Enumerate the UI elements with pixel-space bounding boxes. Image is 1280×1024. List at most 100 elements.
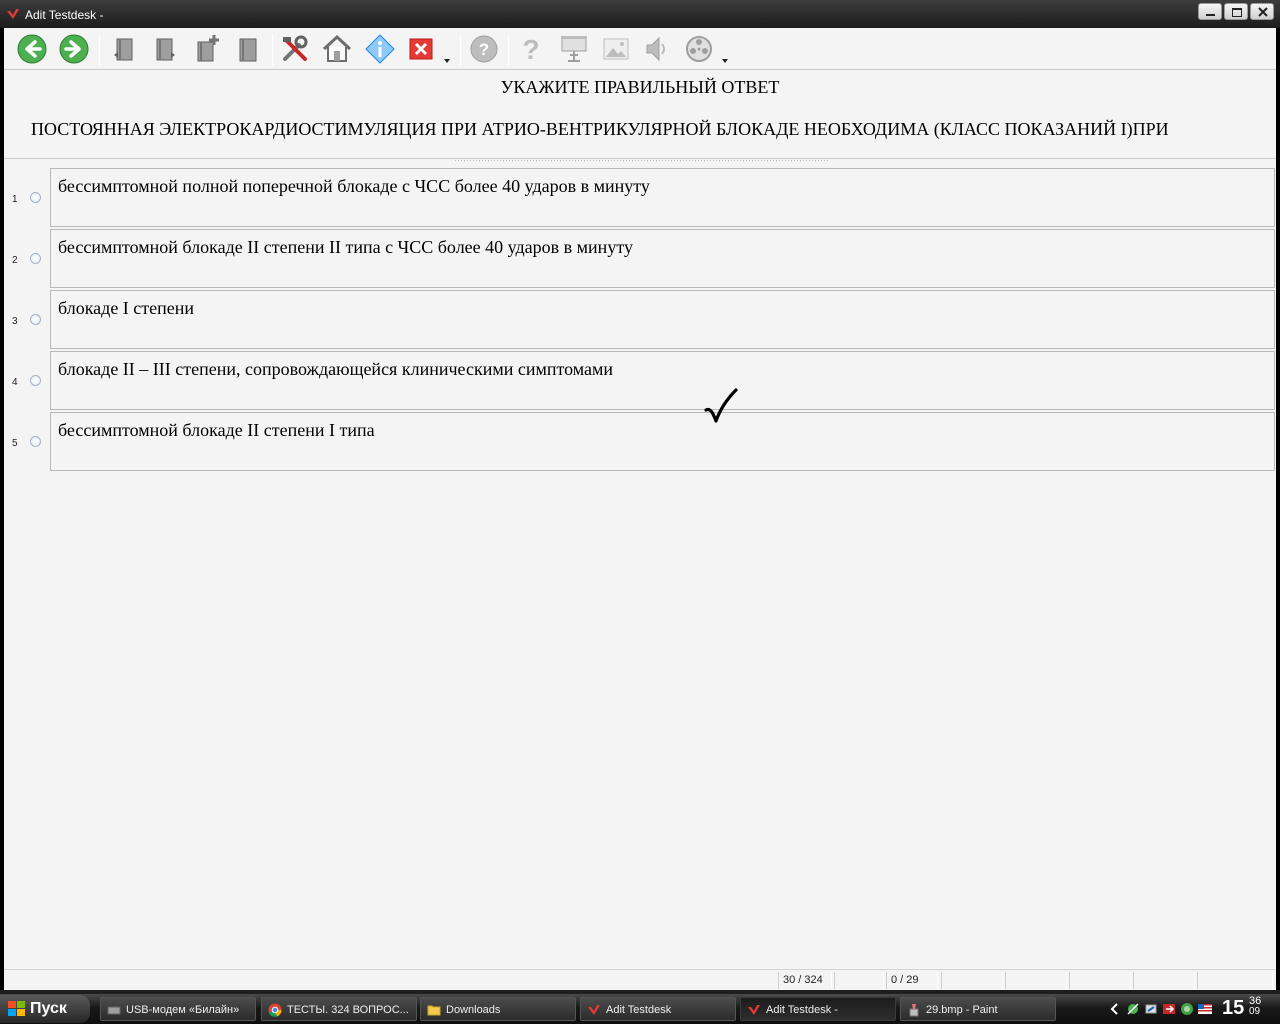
answer-number: 4 xyxy=(12,377,18,388)
answer-radio[interactable] xyxy=(30,375,41,386)
panel-splitter[interactable] xyxy=(454,159,829,163)
answer-option[interactable]: 1 бессимптомной полной поперечной блокад… xyxy=(4,168,1276,227)
task-adit-testdesk-active[interactable]: Adit Testdesk - xyxy=(740,997,896,1021)
answer-text: блокаде I степени xyxy=(58,298,195,318)
answer-radio[interactable] xyxy=(30,314,41,325)
answer-option[interactable]: 5 бессимптомной блокаде II степени I тип… xyxy=(4,412,1276,471)
back-button[interactable] xyxy=(16,33,48,65)
start-button[interactable]: Пуск xyxy=(0,995,90,1023)
answer-text: бессимптомной полной поперечной блокаде … xyxy=(58,176,650,196)
tray-expand-icon[interactable] xyxy=(1108,1002,1122,1016)
answer-number: 1 xyxy=(12,194,18,205)
answer-box[interactable]: бессимптомной полной поперечной блокаде … xyxy=(50,168,1275,227)
presentation-button[interactable] xyxy=(558,33,590,65)
task-downloads[interactable]: Downloads xyxy=(420,997,576,1021)
question-progress: 30 / 324 xyxy=(778,972,832,989)
svg-text:?: ? xyxy=(522,34,539,65)
answer-radio[interactable] xyxy=(30,253,41,264)
book-button[interactable] xyxy=(233,33,265,65)
image-icon xyxy=(603,38,629,60)
sound-button[interactable] xyxy=(641,33,673,65)
status-cell-empty xyxy=(941,972,1003,989)
info-button[interactable] xyxy=(364,33,396,65)
answer-number: 5 xyxy=(12,438,18,449)
task-paint[interactable]: 29.bmp - Paint xyxy=(900,997,1056,1021)
answer-box[interactable]: бессимптомной блокаде II степени II типа… xyxy=(50,229,1275,288)
answer-option[interactable]: 2 бессимптомной блокаде II степени II ти… xyxy=(4,229,1276,288)
book-add-button[interactable] xyxy=(192,33,224,65)
hint-icon: ? xyxy=(522,34,539,65)
clock-hours[interactable]: 15 xyxy=(1222,997,1244,1020)
minimize-icon xyxy=(1206,14,1215,16)
answer-option[interactable]: 4 блокаде II – III степени, сопровождающ… xyxy=(4,351,1276,410)
clock-seconds: 09 xyxy=(1249,1006,1261,1017)
forward-icon xyxy=(59,34,89,64)
back-icon xyxy=(17,34,47,64)
minimize-button[interactable] xyxy=(1198,3,1222,20)
book-next-button[interactable] xyxy=(149,33,181,65)
safely-remove-icon[interactable] xyxy=(1144,1002,1158,1016)
settings-button[interactable] xyxy=(279,33,311,65)
info-icon xyxy=(365,34,395,64)
film-icon xyxy=(686,36,712,62)
app-logo-icon xyxy=(748,1005,760,1015)
start-label: Пуск xyxy=(30,1000,67,1017)
hint-button[interactable]: ? xyxy=(515,33,547,65)
task-label: Adit Testdesk - xyxy=(766,1004,838,1016)
tools-icon xyxy=(283,35,308,61)
network-icon[interactable] xyxy=(1126,1002,1140,1016)
media-dropdown-arrow-icon[interactable] xyxy=(722,59,728,63)
answer-radio[interactable] xyxy=(30,192,41,203)
task-browser[interactable]: ТЕСТЫ. 324 ВОПРОС... xyxy=(261,997,417,1021)
folder-icon xyxy=(427,1005,441,1016)
forward-button[interactable] xyxy=(58,33,90,65)
maximize-icon xyxy=(1232,8,1242,17)
answer-box[interactable]: блокаде I степени xyxy=(50,290,1275,349)
question-panel: УКАЖИТЕ ПРАВИЛЬНЫЙ ОТВЕТ ПОСТОЯННАЯ ЭЛЕК… xyxy=(4,71,1276,159)
task-label: 29.bmp - Paint xyxy=(926,1004,998,1016)
task-label: USB-модем «Билайн» xyxy=(126,1004,240,1016)
video-button[interactable] xyxy=(683,33,715,65)
status-cell-empty xyxy=(834,972,884,989)
answer-radio[interactable] xyxy=(30,436,41,447)
answer-option[interactable]: 3 блокаде I степени xyxy=(4,290,1276,349)
checkmark-icon xyxy=(704,388,738,423)
answer-text: блокаде II – III степени, сопровождающей… xyxy=(58,359,614,379)
help-button[interactable]: ? xyxy=(468,33,500,65)
book-next-icon xyxy=(156,38,175,61)
dropdown-arrow-icon[interactable] xyxy=(444,59,450,63)
task-adit-testdesk[interactable]: Adit Testdesk xyxy=(580,997,736,1021)
status-cell-empty xyxy=(1005,972,1067,989)
task-label: Adit Testdesk xyxy=(606,1004,672,1016)
status-bar: 30 / 324 0 / 29 xyxy=(4,969,1276,990)
answer-text: бессимптомной блокаде II степени I типа xyxy=(58,420,375,440)
speaker-icon xyxy=(646,36,665,62)
home-button[interactable] xyxy=(321,33,353,65)
book-icon xyxy=(239,38,257,62)
app-logo-icon xyxy=(588,1005,600,1015)
language-flag-icon[interactable] xyxy=(1198,1002,1212,1016)
close-icon xyxy=(409,38,433,60)
maximize-button[interactable] xyxy=(1224,3,1248,20)
answer-box[interactable]: блокаде II – III степени, сопровождающей… xyxy=(50,351,1275,410)
close-window-button[interactable] xyxy=(1250,3,1274,20)
close-test-button[interactable] xyxy=(405,33,437,65)
help-icon: ? xyxy=(470,35,498,63)
taskbar: Пуск USB-модем «Билайн» ТЕСТЫ. 324 ВОПРО… xyxy=(0,994,1280,1024)
task-label: Downloads xyxy=(446,1004,501,1016)
presentation-icon xyxy=(561,36,587,62)
answer-number: 3 xyxy=(12,316,18,327)
task-label: ТЕСТЫ. 324 ВОПРОС... xyxy=(287,1004,409,1016)
title-bar[interactable]: Adit Testdesk - xyxy=(0,0,1280,28)
book-add-icon xyxy=(197,35,219,62)
answer-text: бессимптомной блокаде II степени II типа… xyxy=(58,237,633,257)
status-ok-icon[interactable] xyxy=(1180,1002,1194,1016)
window-title: Adit Testdesk - xyxy=(25,8,104,22)
answer-box[interactable]: бессимптомной блокаде II степени I типа xyxy=(50,412,1275,471)
image-button[interactable] xyxy=(600,33,632,65)
app-tray-icon[interactable] xyxy=(1162,1002,1176,1016)
paint-icon xyxy=(909,1004,919,1017)
book-prev-button[interactable] xyxy=(108,33,140,65)
score-counter: 0 / 29 xyxy=(886,972,938,989)
task-usb-modem[interactable]: USB-модем «Билайн» xyxy=(100,997,256,1021)
